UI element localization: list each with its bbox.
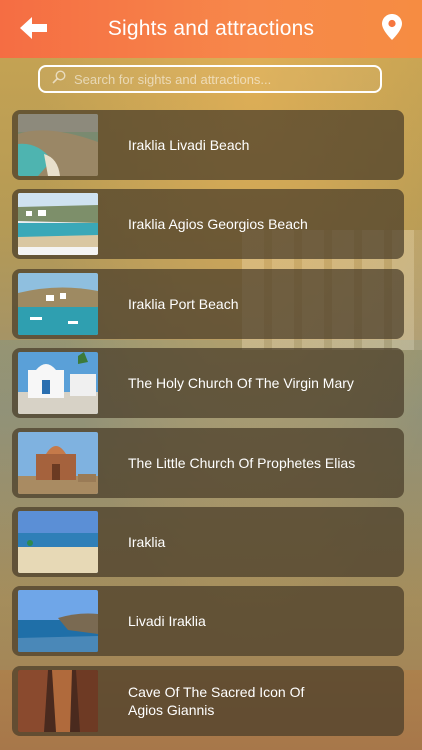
list-item[interactable]: Cave Of The Sacred Icon Of Agios Giannis [12,666,404,736]
thumbnail-image [18,670,98,732]
thumbnail-image [18,590,98,652]
list-item[interactable]: Iraklia Port Beach [12,269,404,339]
list-item-label: Iraklia Port Beach [128,296,239,312]
back-button[interactable] [14,14,54,46]
search-bar[interactable] [38,65,382,93]
thumbnail-image [18,273,98,335]
search-input[interactable] [66,70,380,88]
list-item[interactable]: Iraklia Livadi Beach [12,110,404,180]
map-pin-icon [382,13,402,45]
top-bar: Sights and attractions [0,0,422,58]
list-item[interactable]: Livadi Iraklia [12,586,404,656]
thumbnail-image [18,432,98,494]
list-item-label: The Holy Church Of The Virgin Mary [128,375,354,391]
list-item-label: Iraklia Agios Georgios Beach [128,216,308,232]
list-item-label: Cave Of The Sacred Icon Of Agios Giannis [128,684,305,718]
list-item[interactable]: Iraklia [12,507,404,577]
page-title: Sights and attractions [107,17,315,40]
list-item-label: Iraklia [128,534,166,550]
map-button[interactable] [378,13,406,45]
list-item[interactable]: The Little Church Of Prophetes Elias [12,428,404,498]
thumbnail-image [18,114,98,176]
search-icon [52,69,66,89]
list-item[interactable]: Iraklia Agios Georgios Beach [12,189,404,259]
arrow-left-icon [20,16,48,44]
list-item[interactable]: The Holy Church Of The Virgin Mary [12,348,404,418]
thumbnail-image [18,193,98,255]
thumbnail-image [18,511,98,573]
list-item-label: Iraklia Livadi Beach [128,137,250,153]
list-item-label: Livadi Iraklia [128,613,206,629]
list-item-label: The Little Church Of Prophetes Elias [128,455,356,471]
thumbnail-image [18,352,98,414]
